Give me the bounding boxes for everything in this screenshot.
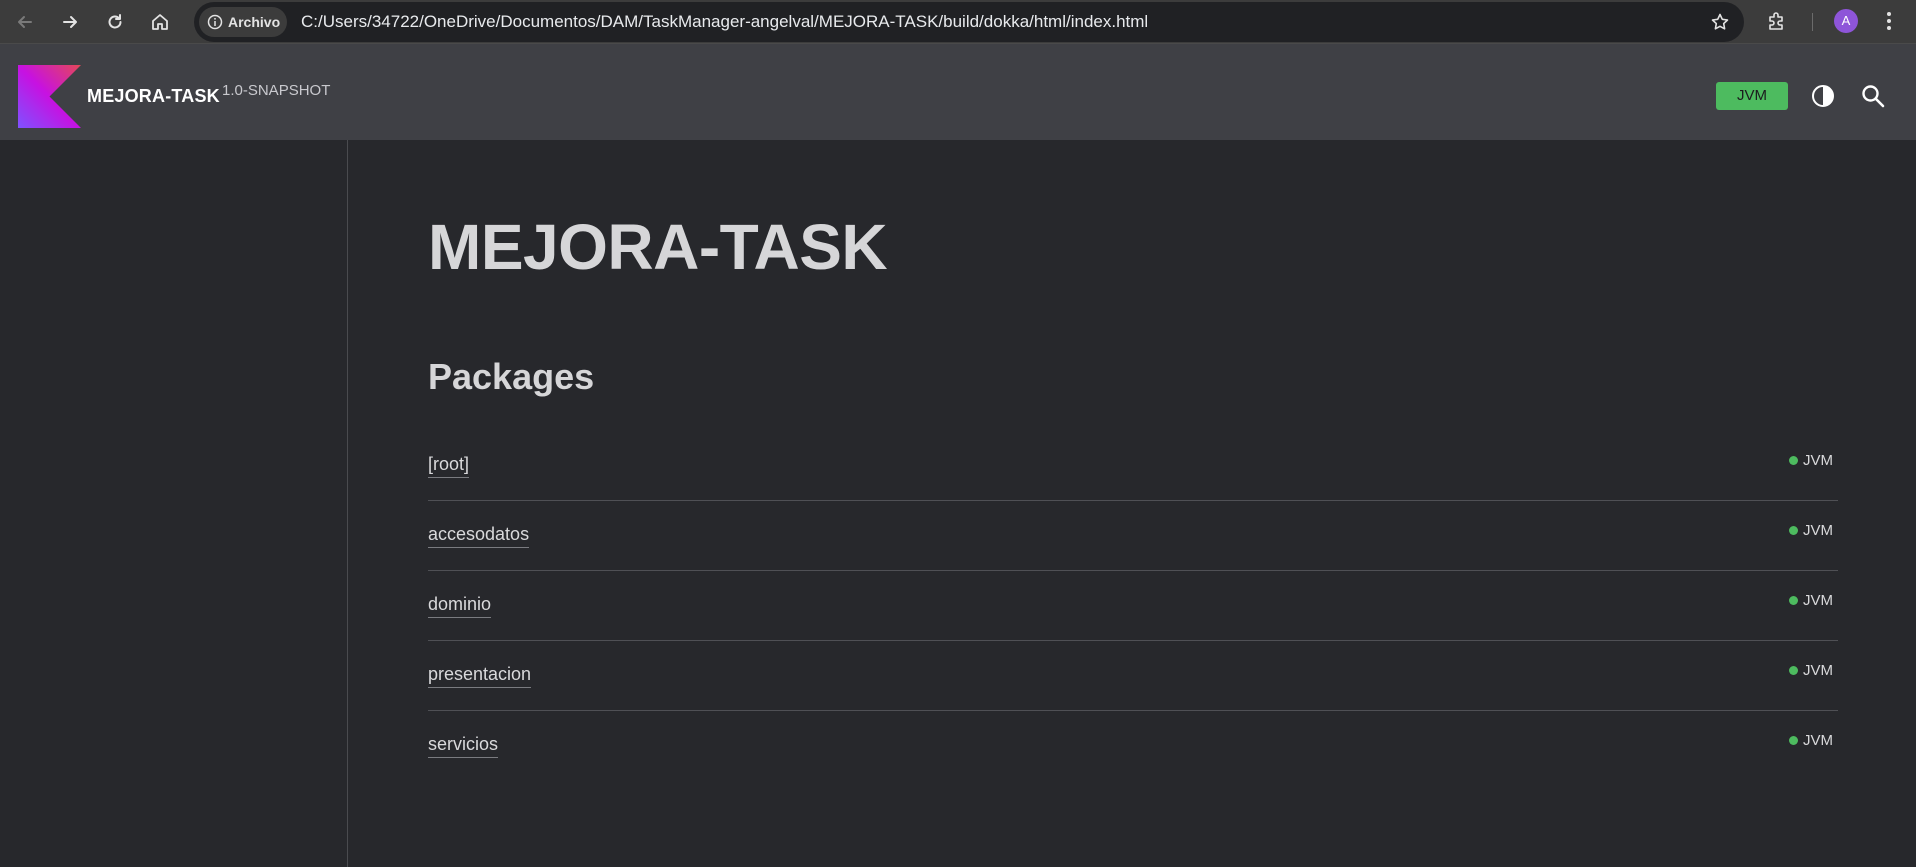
- package-link-root[interactable]: [root]: [428, 454, 470, 478]
- package-row: accesodatos JVM: [428, 501, 1838, 571]
- toolbar-divider: [1812, 13, 1813, 31]
- kebab-menu-icon: [1887, 12, 1891, 30]
- navigation-sidebar: [0, 140, 348, 867]
- platform-dot-icon: [1789, 736, 1798, 745]
- package-link-dominio[interactable]: dominio: [428, 594, 492, 618]
- forward-button[interactable]: [55, 7, 85, 37]
- page-title: MEJORA-TASK: [428, 211, 888, 283]
- platform-dot-icon: [1789, 596, 1798, 605]
- package-row: servicios JVM: [428, 711, 1838, 781]
- star-icon: [1711, 13, 1729, 30]
- forward-arrow-icon: [63, 16, 77, 28]
- back-arrow-icon: [18, 16, 32, 28]
- platform-tag: JVM: [1789, 452, 1833, 469]
- package-row: presentacion JVM: [428, 641, 1838, 711]
- theme-toggle-button[interactable]: [1810, 83, 1836, 114]
- platform-label: JVM: [1803, 592, 1833, 609]
- address-bar[interactable]: Archivo C:/Users/34722/OneDrive/Document…: [194, 2, 1744, 42]
- back-button[interactable]: [10, 7, 40, 37]
- search-button[interactable]: [1860, 83, 1886, 114]
- site-chip-label: Archivo: [228, 14, 281, 30]
- kotlin-logo-icon[interactable]: [18, 65, 81, 128]
- profile-avatar[interactable]: A: [1834, 9, 1858, 33]
- platform-tag: JVM: [1789, 662, 1833, 679]
- reload-button[interactable]: [100, 7, 130, 37]
- contrast-icon: [1812, 85, 1834, 107]
- site-info-chip[interactable]: Archivo: [199, 7, 287, 37]
- home-icon: [152, 14, 168, 30]
- platform-dot-icon: [1789, 526, 1798, 535]
- package-row: [root] JVM: [428, 431, 1838, 501]
- home-button[interactable]: [145, 7, 175, 37]
- bookmark-button[interactable]: [1710, 12, 1730, 37]
- project-name-link[interactable]: MEJORA-TASK: [87, 86, 220, 107]
- package-link-presentacion[interactable]: presentacion: [428, 664, 532, 688]
- search-icon: [1862, 85, 1885, 108]
- package-row: dominio JVM: [428, 571, 1838, 641]
- project-version: 1.0-SNAPSHOT: [222, 82, 331, 99]
- extensions-button[interactable]: [1766, 10, 1788, 37]
- package-link-servicios[interactable]: servicios: [428, 734, 499, 758]
- platform-label: JVM: [1803, 662, 1833, 679]
- browser-toolbar: Archivo C:/Users/34722/OneDrive/Document…: [0, 0, 1916, 44]
- browser-menu-button[interactable]: [1886, 10, 1892, 37]
- packages-heading: Packages: [428, 356, 595, 397]
- platform-tag: JVM: [1789, 522, 1833, 539]
- platform-dot-icon: [1789, 666, 1798, 675]
- platform-tag: JVM: [1789, 592, 1833, 609]
- platform-tag: JVM: [1789, 732, 1833, 749]
- packages-list: [root] JVM accesodatos JVM dominio JVM p…: [428, 431, 1838, 781]
- reload-icon: [108, 14, 122, 29]
- documentation-header: MEJORA-TASK 1.0-SNAPSHOT JVM: [0, 44, 1916, 140]
- puzzle-icon: [1769, 12, 1783, 30]
- platform-filter-jvm[interactable]: JVM: [1716, 82, 1788, 110]
- package-link-accesodatos[interactable]: accesodatos: [428, 524, 530, 548]
- platform-label: JVM: [1803, 452, 1833, 469]
- platform-label: JVM: [1803, 732, 1833, 749]
- url-text[interactable]: C:/Users/34722/OneDrive/Documentos/DAM/T…: [301, 2, 1148, 42]
- platform-label: JVM: [1803, 522, 1833, 539]
- platform-dot-icon: [1789, 456, 1798, 465]
- info-icon: [207, 14, 223, 30]
